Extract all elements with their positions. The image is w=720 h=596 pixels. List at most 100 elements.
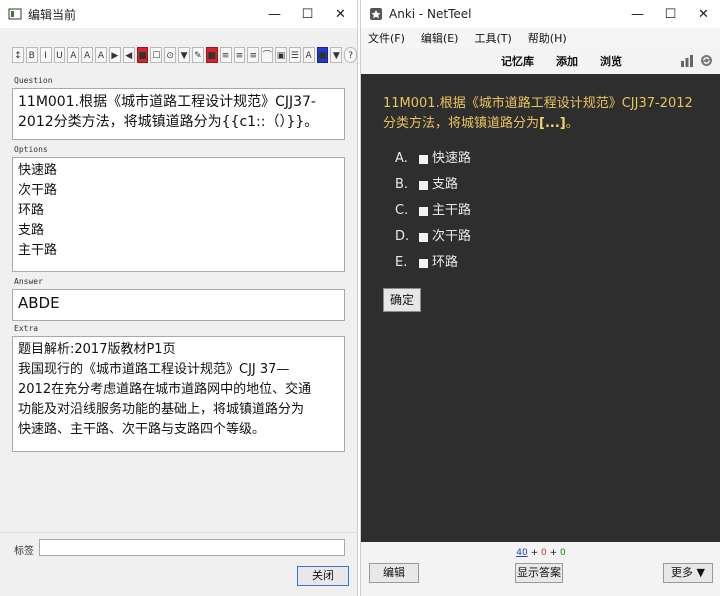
option-3[interactable]: D. 次干路 (395, 224, 701, 250)
extra-field-line: 题目解析:2017版教材P1页 (18, 342, 176, 357)
close-window-button[interactable]: ✕ (324, 0, 357, 28)
minimize-icon: — (268, 6, 281, 22)
options-field-label: Options (14, 145, 48, 154)
answer-field-line: ABDE (18, 294, 60, 312)
toolbar-button-19[interactable]: ▣ (275, 47, 287, 63)
toolbar-button-4[interactable]: A (67, 47, 80, 63)
confirm-button[interactable]: 确定 (383, 288, 421, 312)
nav-decks[interactable]: 记忆库 (501, 53, 534, 69)
checkbox-icon[interactable] (419, 232, 428, 242)
toolbar-button-22[interactable]: ■ (316, 47, 329, 63)
menu-edit[interactable]: 编辑(E) (421, 30, 459, 46)
card-display: 11M001.根据《城市道路工程设计规范》CJJ37-2012分类方法，将城镇道… (361, 74, 720, 542)
close-button[interactable]: 关闭 (297, 566, 349, 586)
due-counts: 40 + 0 + 0 (361, 548, 720, 558)
anki-minimize-button[interactable]: — (621, 0, 654, 28)
toolbar-button-7[interactable]: ▶ (108, 47, 121, 63)
answer-field[interactable]: ABDE (12, 289, 345, 321)
option-2[interactable]: C. 主干路 (395, 198, 701, 224)
option-0[interactable]: A. 快速路 (395, 146, 701, 172)
toolbar-button-0[interactable]: ↕ (12, 47, 24, 63)
option-letter: A. (395, 151, 408, 166)
question-field-label: Question (14, 76, 53, 85)
maximize-button[interactable]: ☐ (291, 0, 324, 28)
toolbar-button-6[interactable]: A (95, 47, 107, 63)
count-separator: + (549, 548, 558, 558)
editor-app-icon (8, 7, 22, 21)
options-field-line: 支路 (18, 223, 45, 238)
toolbar-button-21[interactable]: A (302, 47, 315, 63)
cloze-blank: [...] (539, 116, 566, 131)
toolbar-button-14[interactable]: ■ (205, 47, 218, 63)
toolbar-button-10[interactable]: ☐ (150, 47, 163, 63)
toolbar-button-3[interactable]: U (53, 47, 66, 63)
menu-tools[interactable]: 工具(T) (474, 30, 511, 46)
toolbar-button-24[interactable]: ? (344, 47, 357, 63)
anki-window: Anki - NetTeel — ☐ ✕ 文件(F) 编辑(E) 工具(T) 帮… (360, 0, 720, 596)
stats-icon[interactable] (680, 52, 694, 71)
option-1[interactable]: B. 支路 (395, 172, 701, 198)
sync-icon[interactable] (700, 52, 713, 71)
toolbar-button-11[interactable]: ⊙ (164, 47, 177, 63)
learn-count: 0 (540, 548, 547, 558)
checkbox-icon[interactable] (419, 180, 428, 190)
options-field-line: 主干路 (18, 243, 58, 258)
option-letter: C. (395, 203, 409, 218)
new-count: 40 (516, 548, 528, 558)
menu-file[interactable]: 文件(F) (368, 30, 405, 46)
edit-button[interactable]: 编辑 (369, 563, 419, 583)
anki-maximize-button[interactable]: ☐ (654, 0, 687, 28)
toolbar-button-15[interactable]: ≡ (219, 47, 232, 63)
extra-field[interactable]: 题目解析:2017版教材P1页我国现行的《城市道路工程设计规范》CJJ 37— 2… (12, 336, 345, 452)
checkbox-icon[interactable] (419, 206, 428, 216)
nav-browse[interactable]: 浏览 (600, 53, 622, 69)
extra-field-label: Extra (14, 324, 39, 333)
toolbar-button-13[interactable]: ✎ (191, 47, 204, 63)
extra-field-line: 2012在充分考虑道路在城市道路网中的地位、交通 (18, 382, 312, 397)
more-button[interactable]: 更多 ▼ (663, 563, 713, 583)
close-icon: ✕ (335, 6, 346, 22)
toolbar-button-23[interactable]: ▼ (330, 47, 343, 63)
maximize-icon: ☐ (301, 6, 314, 22)
toolbar-button-20[interactable]: ☰ (288, 47, 301, 63)
question-field[interactable]: 11M001.根据《城市道路工程设计规范》CJJ37- 2012分类方法，将城镇道… (12, 88, 345, 140)
minimize-icon: — (631, 6, 644, 22)
toolbar-button-9[interactable]: ■ (136, 47, 149, 63)
menu-help[interactable]: 帮助(H) (528, 30, 567, 46)
toolbar-button-16[interactable]: ≡ (233, 47, 246, 63)
toolbar-button-5[interactable]: A (81, 47, 94, 63)
options-field-line: 环路 (18, 203, 45, 218)
toolbar-button-8[interactable]: ◀ (122, 47, 135, 63)
option-4[interactable]: E. 环路 (395, 250, 701, 276)
option-text: 主干路 (432, 203, 472, 218)
menu-bar: 文件(F) 编辑(E) 工具(T) 帮助(H) (361, 28, 720, 48)
answer-options: A. 快速路 B. 支路 C. 主干路 D. 次干路 E. 环路 (395, 146, 701, 276)
toolbar-button-12[interactable]: ▼ (178, 47, 190, 63)
options-field[interactable]: 快速路次干路环路支路主干路 (12, 157, 345, 272)
extra-field-line: 我国现行的《城市道路工程设计规范》CJJ 37— (18, 362, 290, 377)
checkbox-icon[interactable] (419, 154, 428, 164)
options-field-line: 快速路 (18, 163, 58, 178)
anki-close-button[interactable]: ✕ (687, 0, 720, 28)
toolbar-button-18[interactable]: ⌒ (261, 47, 274, 63)
anki-app-icon (369, 7, 383, 21)
count-separator: + (530, 548, 539, 558)
checkbox-icon[interactable] (419, 258, 428, 268)
nav-add[interactable]: 添加 (556, 53, 578, 69)
option-text: 环路 (432, 255, 459, 270)
tags-input[interactable] (39, 539, 345, 556)
minimize-button[interactable]: — (258, 0, 291, 28)
question-end: 。 (565, 116, 579, 131)
options-field-line: 次干路 (18, 183, 58, 198)
option-text: 快速路 (432, 151, 472, 166)
editor-titlebar: 编辑当前 — ☐ ✕ (0, 0, 357, 28)
extra-field-line: 功能及对沿线服务功能的基础上，将城镇道路分为 (18, 402, 305, 417)
card-question: 11M001.根据《城市道路工程设计规范》CJJ37-2012分类方法，将城镇道… (383, 94, 701, 134)
toolbar-button-17[interactable]: ≡ (247, 47, 260, 63)
toolbar-button-1[interactable]: B (25, 47, 38, 63)
toolbar-button-2[interactable]: I (39, 47, 52, 63)
show-answer-button[interactable]: 显示答案 (515, 563, 563, 583)
question-field-line: 11M001.根据《城市道路工程设计规范》CJJ37- (18, 94, 316, 110)
question-field-line: 2012分类方法，将城镇道路分为{{c1::（）}}。 (18, 114, 319, 130)
anki-titlebar: Anki - NetTeel — ☐ ✕ (361, 0, 720, 28)
